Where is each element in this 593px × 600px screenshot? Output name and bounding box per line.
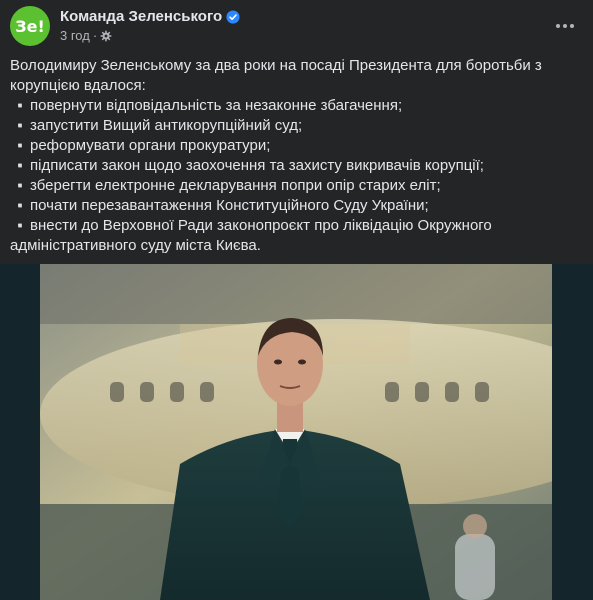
post-meta: 3 год ·	[60, 28, 112, 43]
list-item-text: почати перезавантаження Конституційного …	[30, 197, 429, 214]
more-options-button[interactable]	[547, 12, 583, 40]
bullet-icon: ▫️	[12, 158, 29, 173]
post-photo[interactable]	[40, 264, 552, 600]
post-timestamp-link[interactable]: 3 год	[60, 28, 90, 43]
avatar-text: Зе!	[15, 16, 45, 36]
photo-illustration	[40, 264, 552, 600]
list-item-text: зберегти електронне декларування попри о…	[30, 177, 441, 194]
post-header: Зе! Команда Зеленського 3 год ·	[0, 0, 593, 52]
list-item-text: повернути відповідальність за незаконне …	[30, 97, 403, 114]
list-item: ▫️ запустити Вищий антикорупційний суд;	[10, 116, 585, 136]
bullet-icon: ▫️	[12, 118, 29, 133]
bullet-icon: ▫️	[12, 178, 29, 193]
more-options-icon	[556, 24, 574, 28]
bullet-icon: ▫️	[12, 138, 29, 153]
list-item: ▫️ реформувати органи прокуратури;	[10, 136, 585, 156]
list-item-text: внести до Верховної Ради законопроєкт пр…	[10, 217, 492, 254]
post-intro: Володимиру Зеленському за два роки на по…	[10, 57, 542, 94]
meta-separator: ·	[92, 28, 98, 43]
list-item-text: запустити Вищий антикорупційний суд;	[30, 117, 303, 134]
post-text: Володимиру Зеленському за два роки на по…	[10, 56, 585, 256]
list-item-text: підписати закон щодо заохочення та захис…	[30, 157, 484, 174]
list-item: ▫️ повернути відповідальність за незакон…	[10, 96, 585, 116]
gear-icon[interactable]	[100, 30, 112, 42]
bullet-icon: ▫️	[12, 218, 29, 233]
bullet-icon: ▫️	[12, 198, 29, 213]
list-item: ▫️ почати перезавантаження Конституційно…	[10, 196, 585, 216]
list-item-text: реформувати органи прокуратури;	[30, 137, 271, 154]
list-item: ▫️ внести до Верховної Ради законопроєкт …	[10, 216, 585, 256]
list-item: ▫️ підписати закон щодо заохочення та за…	[10, 156, 585, 176]
list-item: ▫️ зберегти електронне декларування попр…	[10, 176, 585, 196]
post-photo-frame[interactable]	[0, 264, 593, 600]
page-name-link[interactable]: Команда Зеленського	[60, 8, 222, 25]
bullet-icon: ▫️	[12, 98, 29, 113]
page-name-row: Команда Зеленського	[60, 8, 240, 25]
page-avatar[interactable]: Зе!	[10, 6, 50, 46]
verified-badge-icon	[226, 9, 240, 24]
